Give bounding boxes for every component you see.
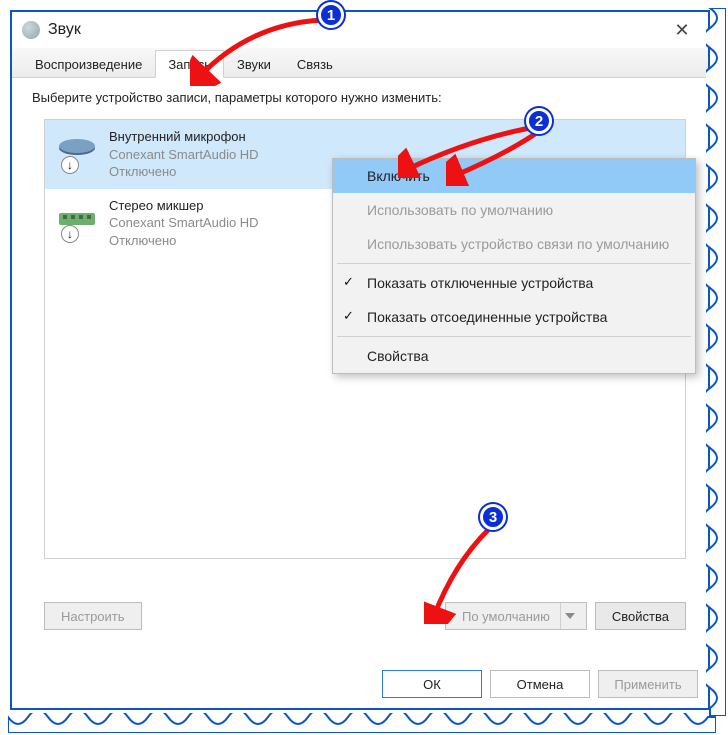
torn-edge-icon [8, 713, 716, 733]
microphone-icon: ↓ [55, 128, 99, 172]
separator [337, 263, 691, 264]
ctx-properties[interactable]: Свойства [333, 339, 695, 373]
annotation-marker-1: 1 [318, 2, 344, 28]
titlebar: Звук ✕ [12, 12, 708, 48]
device-name: Стерео микшер [109, 197, 259, 215]
tab-communications[interactable]: Связь [284, 50, 346, 78]
device-actions-bar: Настроить По умолчанию Свойства [44, 588, 686, 644]
cancel-button[interactable]: Отмена [490, 670, 590, 698]
ctx-show-disconnected[interactable]: Показать отсоединенные устройства [333, 300, 695, 334]
properties-button[interactable]: Свойства [595, 602, 686, 630]
device-driver: Conexant SmartAudio HD [109, 146, 259, 164]
separator [337, 336, 691, 337]
down-arrow-badge-icon: ↓ [61, 156, 79, 174]
sound-icon [22, 21, 40, 39]
annotation-marker-3: 3 [480, 504, 506, 530]
tab-playback[interactable]: Воспроизведение [22, 50, 155, 78]
device-driver: Conexant SmartAudio HD [109, 214, 259, 232]
apply-button[interactable]: Применить [598, 670, 698, 698]
tab-recording[interactable]: Запись [155, 50, 224, 78]
torn-edge-icon [706, 8, 726, 716]
ok-button[interactable]: ОК [382, 670, 482, 698]
ctx-show-disabled[interactable]: Показать отключенные устройства [333, 266, 695, 300]
device-status: Отключено [109, 232, 259, 250]
down-arrow-badge-icon: ↓ [61, 225, 79, 243]
close-button[interactable]: ✕ [662, 15, 702, 45]
instruction-text: Выберите устройство записи, параметры ко… [12, 78, 708, 113]
set-default-label: По умолчанию [462, 609, 550, 624]
device-name: Внутренний микрофон [109, 128, 259, 146]
mixer-icon: ↓ [55, 197, 99, 241]
ctx-set-default[interactable]: Использовать по умолчанию [333, 193, 695, 227]
configure-button[interactable]: Настроить [44, 602, 142, 630]
tab-sounds[interactable]: Звуки [224, 50, 284, 78]
dialog-buttons: ОК Отмена Применить [382, 670, 698, 698]
chevron-down-icon[interactable] [560, 603, 580, 629]
device-status: Отключено [109, 163, 259, 181]
window-title: Звук [48, 21, 81, 39]
annotation-marker-2: 2 [526, 108, 552, 134]
tabs: Воспроизведение Запись Звуки Связь [12, 48, 708, 78]
ctx-set-default-comm[interactable]: Использовать устройство связи по умолчан… [333, 227, 695, 261]
context-menu: Включить Использовать по умолчанию Испол… [332, 158, 696, 374]
set-default-button[interactable]: По умолчанию [445, 602, 587, 630]
ctx-enable[interactable]: Включить [333, 159, 695, 193]
